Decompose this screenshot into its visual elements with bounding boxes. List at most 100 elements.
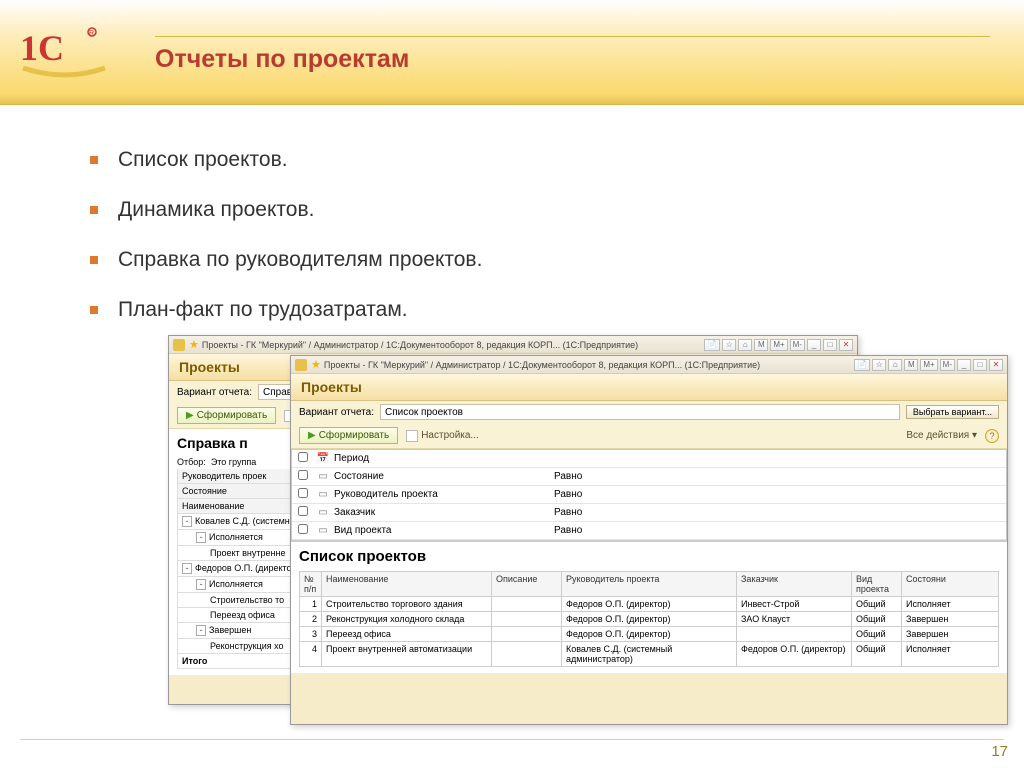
- tb-btn[interactable]: M+: [770, 339, 787, 351]
- filter-checkbox[interactable]: [298, 524, 308, 534]
- col-header[interactable]: Наименование: [322, 572, 492, 597]
- bullet-list: Список проектов. Динамика проектов. Спра…: [90, 148, 482, 348]
- table-row[interactable]: 4 Проект внутренней автоматизации Ковале…: [300, 642, 999, 667]
- tb-btn[interactable]: ☆: [722, 339, 736, 351]
- play-icon: ▶: [308, 430, 316, 441]
- generate-button[interactable]: ▶Сформировать: [299, 427, 398, 444]
- group-leader: Федоров О.П. (директо: [195, 563, 292, 573]
- cell-desc: [492, 642, 562, 667]
- cell-customer: ЗАО Клауст: [737, 612, 852, 627]
- cell-name: Строительство торгового здания: [322, 597, 492, 612]
- cell-desc: [492, 627, 562, 642]
- report-title: Список проектов: [299, 548, 999, 565]
- all-actions-menu[interactable]: Все действия ▾: [906, 430, 977, 441]
- logo-1c: 1С R: [20, 20, 110, 85]
- col-header[interactable]: Заказчик: [737, 572, 852, 597]
- settings-link[interactable]: Настройка...: [406, 430, 479, 442]
- cell-name: Проект внутренней автоматизации: [322, 642, 492, 667]
- col-header[interactable]: Руководитель проекта: [562, 572, 737, 597]
- filter-checkbox[interactable]: [298, 470, 308, 480]
- cell-kind: Общий: [852, 627, 902, 642]
- tb-btn[interactable]: 📄: [854, 359, 870, 371]
- filter-name: Руководитель проекта: [332, 489, 552, 500]
- app-icon: [295, 359, 307, 371]
- svg-text:R: R: [89, 30, 94, 37]
- filter-checkbox[interactable]: [298, 506, 308, 516]
- tb-btn[interactable]: M+: [920, 359, 937, 371]
- tb-btn[interactable]: ☆: [872, 359, 886, 371]
- minimize-button[interactable]: _: [957, 359, 971, 371]
- page-title: Проекты: [301, 379, 997, 395]
- filter-checkbox[interactable]: [298, 452, 308, 462]
- maximize-button[interactable]: □: [823, 339, 837, 351]
- cell-leader: Федоров О.П. (директор): [562, 597, 737, 612]
- svg-text:1С: 1С: [20, 28, 64, 68]
- close-button[interactable]: ✕: [989, 359, 1003, 371]
- collapse-icon[interactable]: -: [182, 516, 192, 527]
- filter-row[interactable]: 📅Период: [292, 450, 1006, 468]
- filter-row[interactable]: ▭ЗаказчикРавно: [292, 504, 1006, 522]
- tb-btn[interactable]: M-: [790, 339, 805, 351]
- filter-row[interactable]: ▭СостояниеРавно: [292, 468, 1006, 486]
- table-row[interactable]: 2 Реконструкция холодного склада Федоров…: [300, 612, 999, 627]
- titlebar[interactable]: ★ Проекты - ГК "Меркурий" / Администрато…: [291, 356, 1007, 374]
- tb-btn[interactable]: ⌂: [888, 359, 902, 371]
- collapse-icon[interactable]: -: [196, 532, 206, 543]
- filter-name: Состояние: [332, 471, 552, 482]
- field-icon: ▭: [314, 507, 332, 518]
- filter-row[interactable]: ▭Руководитель проектаРавно: [292, 486, 1006, 504]
- filter-checkbox[interactable]: [298, 488, 308, 498]
- generate-button[interactable]: ▶Сформировать: [177, 407, 276, 424]
- page-number: 17: [991, 743, 1008, 760]
- collapse-icon[interactable]: -: [196, 625, 206, 636]
- table-row[interactable]: 3 Переезд офиса Федоров О.П. (директор) …: [300, 627, 999, 642]
- field-icon: ▭: [314, 489, 332, 500]
- titlebar[interactable]: ★ Проекты - ГК "Меркурий" / Администрато…: [169, 336, 857, 354]
- field-icon: ▭: [314, 525, 332, 536]
- play-icon: ▶: [186, 410, 194, 421]
- minimize-button[interactable]: _: [807, 339, 821, 351]
- cell-num: 3: [300, 627, 322, 642]
- cell-state: Исполняет: [902, 597, 999, 612]
- variant-label: Вариант отчета:: [177, 387, 252, 398]
- filter-name: Заказчик: [332, 507, 552, 518]
- favorite-icon[interactable]: ★: [189, 338, 199, 351]
- footer-rule: [20, 739, 1004, 740]
- filter-label: Отбор:: [177, 457, 206, 467]
- cell-num: 1: [300, 597, 322, 612]
- col-header[interactable]: № п/п: [300, 572, 322, 597]
- col-header[interactable]: Состояни: [902, 572, 999, 597]
- tb-btn[interactable]: 📄: [704, 339, 720, 351]
- tb-btn[interactable]: M: [904, 359, 918, 371]
- maximize-button[interactable]: □: [973, 359, 987, 371]
- field-icon: ▭: [314, 471, 332, 482]
- favorite-icon[interactable]: ★: [311, 358, 321, 371]
- select-variant-button[interactable]: Выбрать вариант...: [906, 405, 999, 419]
- col-header[interactable]: Вид проекта: [852, 572, 902, 597]
- filter-cond: Равно: [552, 471, 1006, 482]
- collapse-icon[interactable]: -: [196, 579, 206, 590]
- filter-row[interactable]: ▭Вид проектаРавно: [292, 522, 1006, 540]
- variant-input[interactable]: [380, 404, 900, 420]
- window-title: Проекты - ГК "Меркурий" / Администратор …: [324, 360, 854, 370]
- table-row[interactable]: 1 Строительство торгового здания Федоров…: [300, 597, 999, 612]
- tb-btn[interactable]: M: [754, 339, 768, 351]
- generate-label: Сформировать: [319, 430, 390, 441]
- cell-customer: Федоров О.П. (директор): [737, 642, 852, 667]
- title-rule: [155, 36, 990, 37]
- help-button[interactable]: ?: [985, 429, 999, 443]
- slide-header: 1СR Отчеты по проектам: [0, 0, 1024, 105]
- bullet-item: План-факт по трудозатратам.: [90, 298, 482, 322]
- tb-btn[interactable]: ⌂: [738, 339, 752, 351]
- app-icon: [173, 339, 185, 351]
- col-header[interactable]: Описание: [492, 572, 562, 597]
- cell-leader: Ковалев С.Д. (системный администратор): [562, 642, 737, 667]
- filter-value: Это группа: [211, 457, 256, 467]
- group-leader: Ковалев С.Д. (системн: [195, 516, 290, 526]
- calendar-icon: 📅: [314, 453, 332, 464]
- close-button[interactable]: ✕: [839, 339, 853, 351]
- cell-customer: [737, 627, 852, 642]
- tb-btn[interactable]: M-: [940, 359, 955, 371]
- collapse-icon[interactable]: -: [182, 563, 192, 574]
- cell-kind: Общий: [852, 612, 902, 627]
